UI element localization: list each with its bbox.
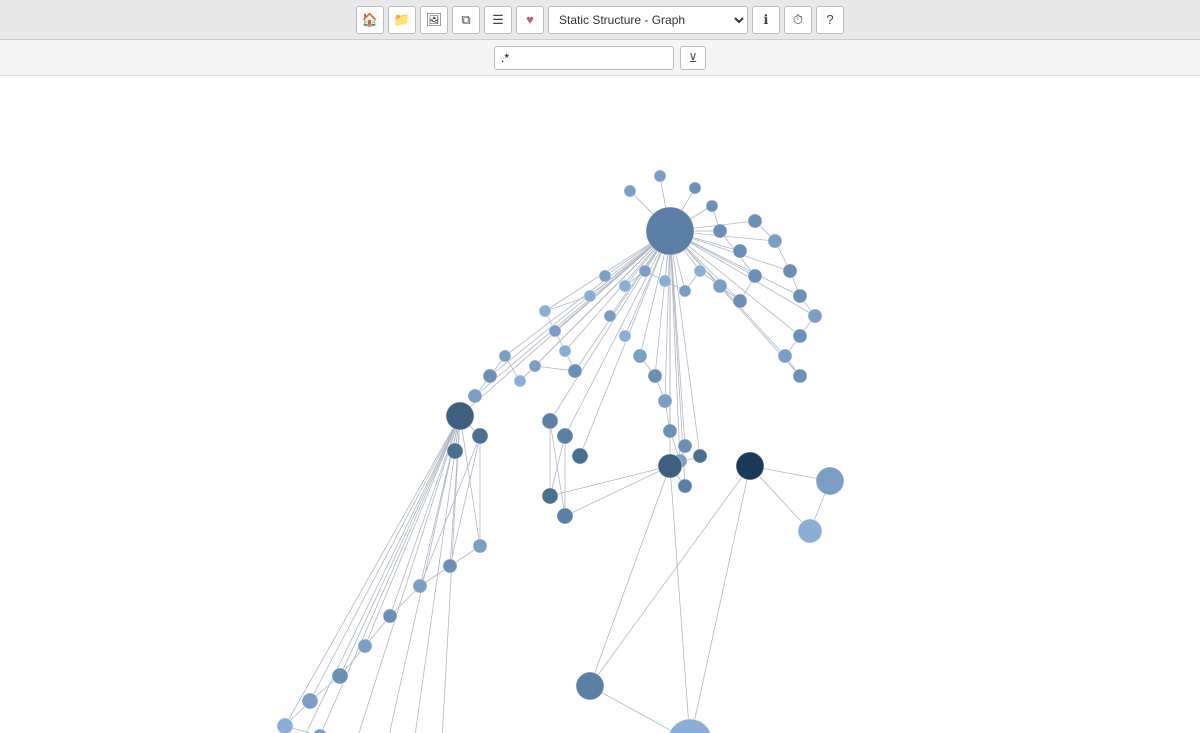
view-select-wrap: Static Structure - Graph Dynamic Structu… — [548, 6, 748, 34]
graph-node[interactable] — [619, 330, 631, 342]
graph-node[interactable] — [529, 360, 541, 372]
graph-edge — [365, 416, 460, 646]
graph-node[interactable] — [793, 289, 807, 303]
graph-node[interactable] — [277, 718, 293, 733]
graph-node[interactable] — [713, 279, 727, 293]
graph-node[interactable] — [654, 170, 666, 182]
help-button[interactable]: ? — [816, 6, 844, 34]
graph-node[interactable] — [793, 329, 807, 343]
graph-edge — [380, 416, 460, 733]
graph-node[interactable] — [736, 452, 764, 480]
graph-node[interactable] — [798, 519, 822, 543]
graph-node[interactable] — [313, 729, 327, 733]
graph-node[interactable] — [443, 559, 457, 573]
graph-node[interactable] — [413, 579, 427, 593]
graph-node[interactable] — [514, 375, 526, 387]
folder-button[interactable]: 📁 — [388, 6, 416, 34]
graph-node[interactable] — [679, 285, 691, 297]
graph-node[interactable] — [793, 369, 807, 383]
copy-button[interactable]: ⧉ — [452, 6, 480, 34]
graph-node[interactable] — [358, 639, 372, 653]
clock-button[interactable]: ⏱ — [784, 6, 812, 34]
graph-edge — [460, 231, 670, 416]
graph-node[interactable] — [604, 310, 616, 322]
graph-edge — [550, 436, 565, 496]
graph-node[interactable] — [678, 439, 692, 453]
graph-node[interactable] — [539, 305, 551, 317]
graph-node[interactable] — [619, 280, 631, 292]
graph-node[interactable] — [468, 389, 482, 403]
graph-edge — [670, 466, 690, 733]
graph-node[interactable] — [446, 402, 474, 430]
filter-button[interactable]: ⊻ — [680, 46, 706, 70]
graph-node[interactable] — [447, 443, 463, 459]
search-input[interactable] — [494, 46, 674, 70]
graph-node[interactable] — [624, 185, 636, 197]
graph-edge — [550, 466, 670, 496]
graph-node[interactable] — [599, 270, 611, 282]
graph-edge — [310, 416, 460, 701]
graph-node[interactable] — [694, 265, 706, 277]
graph-edge — [590, 466, 670, 686]
home-button[interactable]: 🏠 — [356, 6, 384, 34]
graph-edge — [320, 416, 460, 733]
graph-edge — [285, 416, 460, 726]
graph-node[interactable] — [499, 350, 511, 362]
graph-node[interactable] — [559, 345, 571, 357]
graph-node[interactable] — [713, 224, 727, 238]
graph-node[interactable] — [678, 479, 692, 493]
graph-edge — [550, 231, 670, 421]
graph-node[interactable] — [542, 413, 558, 429]
search-bar: ⊻ — [0, 40, 1200, 76]
graph-node[interactable] — [542, 488, 558, 504]
graph-node[interactable] — [733, 244, 747, 258]
graph-node[interactable] — [658, 454, 682, 478]
graph-node[interactable] — [557, 428, 573, 444]
graph-node[interactable] — [658, 394, 672, 408]
graph-node[interactable] — [383, 609, 397, 623]
graph-node[interactable] — [568, 364, 582, 378]
graph-node[interactable] — [748, 269, 762, 283]
graph-node[interactable] — [473, 539, 487, 553]
graph-node[interactable] — [768, 234, 782, 248]
graph-node[interactable] — [706, 200, 718, 212]
graph-node[interactable] — [332, 668, 348, 684]
graph-node[interactable] — [302, 693, 318, 709]
graph-node[interactable] — [783, 264, 797, 278]
info-button[interactable]: ℹ — [752, 6, 780, 34]
graph-node[interactable] — [663, 424, 677, 438]
graph-node[interactable] — [576, 672, 604, 700]
heart-button[interactable]: ♥ — [516, 6, 544, 34]
graph-svg — [0, 76, 1200, 733]
graph-node[interactable] — [689, 182, 701, 194]
graph-node[interactable] — [639, 265, 651, 277]
graph-node[interactable] — [733, 294, 747, 308]
graph-node[interactable] — [483, 369, 497, 383]
graph-node[interactable] — [778, 349, 792, 363]
graph-node[interactable] — [572, 448, 588, 464]
image-button[interactable]: 🖼 — [420, 6, 448, 34]
graph-node[interactable] — [646, 207, 694, 255]
graph-node[interactable] — [584, 290, 596, 302]
graph-node[interactable] — [633, 349, 647, 363]
graph-node[interactable] — [648, 369, 662, 383]
graph-node[interactable] — [808, 309, 822, 323]
graph-node[interactable] — [659, 275, 671, 287]
graph-node[interactable] — [472, 428, 488, 444]
graph-node[interactable] — [668, 719, 712, 733]
graph-node[interactable] — [816, 467, 844, 495]
view-select[interactable]: Static Structure - Graph Dynamic Structu… — [548, 6, 748, 34]
toolbar: 🏠 📁 🖼 ⧉ ☰ ♥ Static Structure - Graph Dyn… — [0, 0, 1200, 40]
list-button[interactable]: ☰ — [484, 6, 512, 34]
graph-node[interactable] — [549, 325, 561, 337]
graph-node[interactable] — [557, 508, 573, 524]
graph-node[interactable] — [693, 449, 707, 463]
graph-edge — [690, 466, 750, 733]
graph-area[interactable] — [0, 76, 1200, 733]
graph-node[interactable] — [748, 214, 762, 228]
